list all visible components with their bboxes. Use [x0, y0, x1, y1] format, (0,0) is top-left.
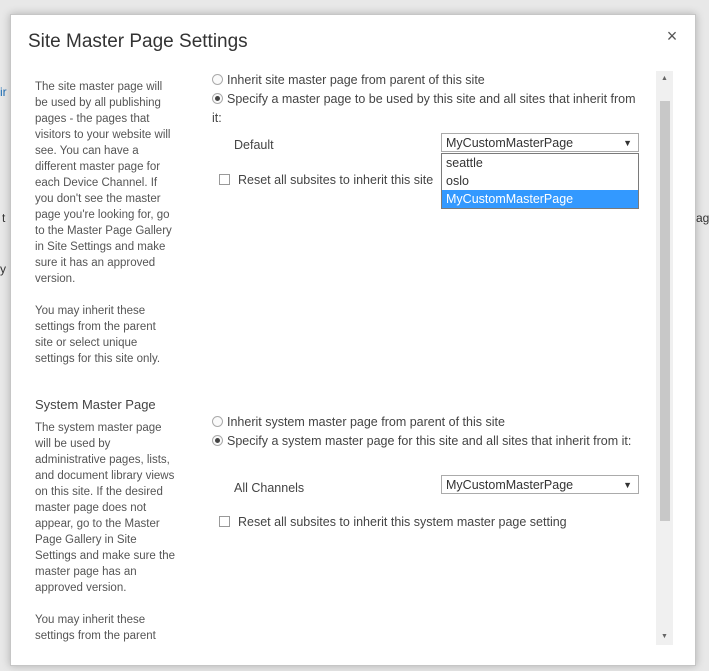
scroll-down-icon[interactable]: ▼: [656, 629, 673, 645]
dropdown-option-seattle[interactable]: seattle: [442, 154, 638, 172]
specify-system-master-label: Specify a system master page for this si…: [227, 434, 632, 448]
specify-site-master-label: Specify a master page to be used by this…: [212, 92, 636, 125]
specify-site-master-radio[interactable]: [212, 93, 223, 104]
reset-site-subsites-checkbox[interactable]: [219, 174, 230, 185]
inherit-site-master-label: Inherit site master page from parent of …: [227, 73, 485, 87]
site-master-description: The site master page will be used by all…: [35, 79, 175, 383]
scrollbar-thumb[interactable]: [660, 101, 670, 521]
site-master-description-text: The site master page will be used by all…: [35, 81, 172, 285]
master-page-settings-dialog: Site Master Page Settings × The site mas…: [10, 14, 696, 666]
system-master-page-value: MyCustomMasterPage: [446, 478, 574, 492]
dialog-title: Site Master Page Settings: [28, 31, 248, 52]
system-master-page-select[interactable]: MyCustomMasterPage ▼: [441, 475, 639, 494]
reset-system-subsites-checkbox[interactable]: [219, 516, 230, 527]
scroll-up-icon[interactable]: ▲: [656, 71, 673, 87]
system-master-description-text: The system master page will be used by a…: [35, 422, 175, 594]
inherit-system-master-radio[interactable]: [212, 416, 223, 427]
specify-system-master-radio[interactable]: [212, 435, 223, 446]
site-master-specify-option[interactable]: Specify a master page to be used by this…: [212, 90, 642, 128]
default-master-page-select[interactable]: MyCustomMasterPage ▼: [441, 133, 639, 152]
chevron-down-icon: ▼: [623, 138, 632, 148]
site-master-inherit-option[interactable]: Inherit site master page from parent of …: [212, 71, 642, 90]
inherit-system-master-label: Inherit system master page from parent o…: [227, 415, 505, 429]
chevron-down-icon: ▼: [623, 480, 632, 490]
dropdown-option-oslo[interactable]: oslo: [442, 172, 638, 190]
system-master-section-title: System Master Page: [35, 397, 156, 412]
default-channel-label: Default: [234, 138, 274, 152]
master-page-dropdown-list: seattle oslo MyCustomMasterPage: [441, 153, 639, 209]
background-text-fragment: ag: [696, 211, 709, 225]
vertical-scrollbar[interactable]: ▲ ▼: [656, 71, 673, 645]
reset-system-subsites-label: Reset all subsites to inherit this syste…: [238, 515, 567, 529]
background-text-fragment: y: [0, 262, 6, 276]
background-text-fragment: t: [2, 211, 6, 225]
system-master-specify-option[interactable]: Specify a system master page for this si…: [212, 432, 642, 451]
background-text-fragment: ir: [0, 85, 7, 99]
system-master-inherit-option[interactable]: Inherit system master page from parent o…: [212, 413, 642, 432]
reset-system-subsites-option[interactable]: Reset all subsites to inherit this syste…: [219, 515, 567, 529]
default-master-page-value: MyCustomMasterPage: [446, 136, 574, 150]
dropdown-option-mycustommasterpage[interactable]: MyCustomMasterPage: [442, 190, 638, 208]
all-channels-label: All Channels: [234, 481, 305, 495]
inherit-site-master-radio[interactable]: [212, 74, 223, 85]
close-icon[interactable]: ×: [663, 27, 681, 45]
system-master-description: The system master page will be used by a…: [35, 420, 175, 660]
reset-site-subsites-option[interactable]: Reset all subsites to inherit this site: [219, 173, 433, 187]
system-master-inherit-note: You may inherit these settings from the …: [35, 614, 156, 642]
dialog-content: The site master page will be used by all…: [11, 67, 671, 665]
site-master-inherit-note: You may inherit these settings from the …: [35, 305, 161, 365]
reset-site-subsites-label: Reset all subsites to inherit this site: [238, 173, 434, 187]
